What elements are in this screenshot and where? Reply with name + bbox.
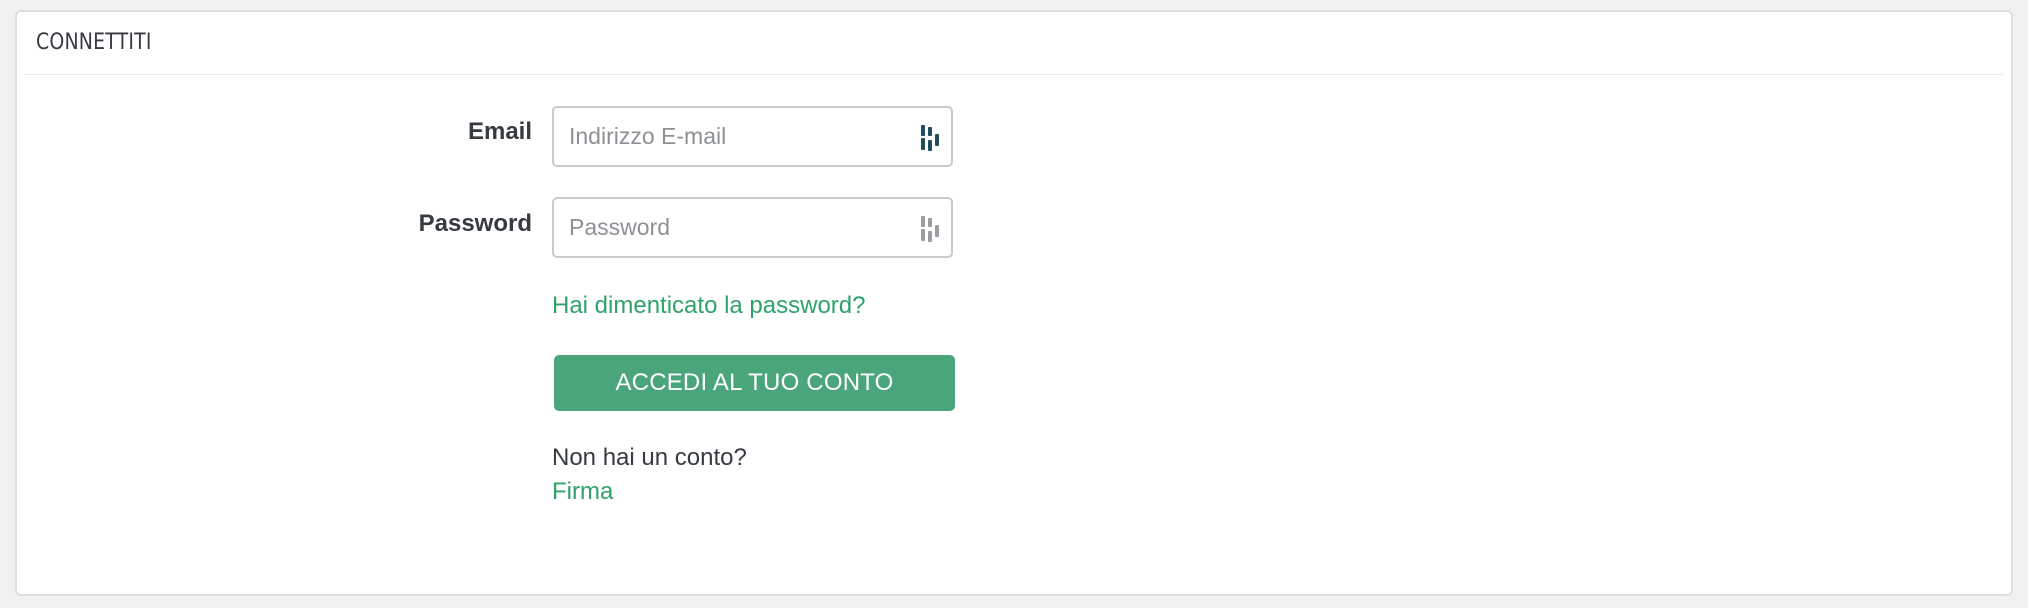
- password-manager-icon[interactable]: [920, 215, 942, 243]
- password-label: Password: [418, 210, 532, 237]
- password-input[interactable]: [554, 199, 894, 256]
- password-manager-icon[interactable]: [920, 124, 942, 152]
- email-field-wrapper: [552, 106, 953, 167]
- panel-title: CONNETTITI: [36, 30, 152, 55]
- email-label: Email: [467, 118, 532, 145]
- login-submit-button[interactable]: ACCEDI AL TUO CONTO: [554, 355, 955, 411]
- email-input[interactable]: [554, 108, 894, 165]
- signup-link[interactable]: Firma: [552, 478, 613, 506]
- forgot-password-link[interactable]: Hai dimenticato la password?: [552, 292, 866, 320]
- password-field-wrapper: [552, 197, 953, 258]
- no-account-text: Non hai un conto?: [552, 444, 747, 471]
- login-panel: CONNETTITI Email Password: [15, 10, 2013, 596]
- panel-header: CONNETTITI: [25, 12, 2003, 75]
